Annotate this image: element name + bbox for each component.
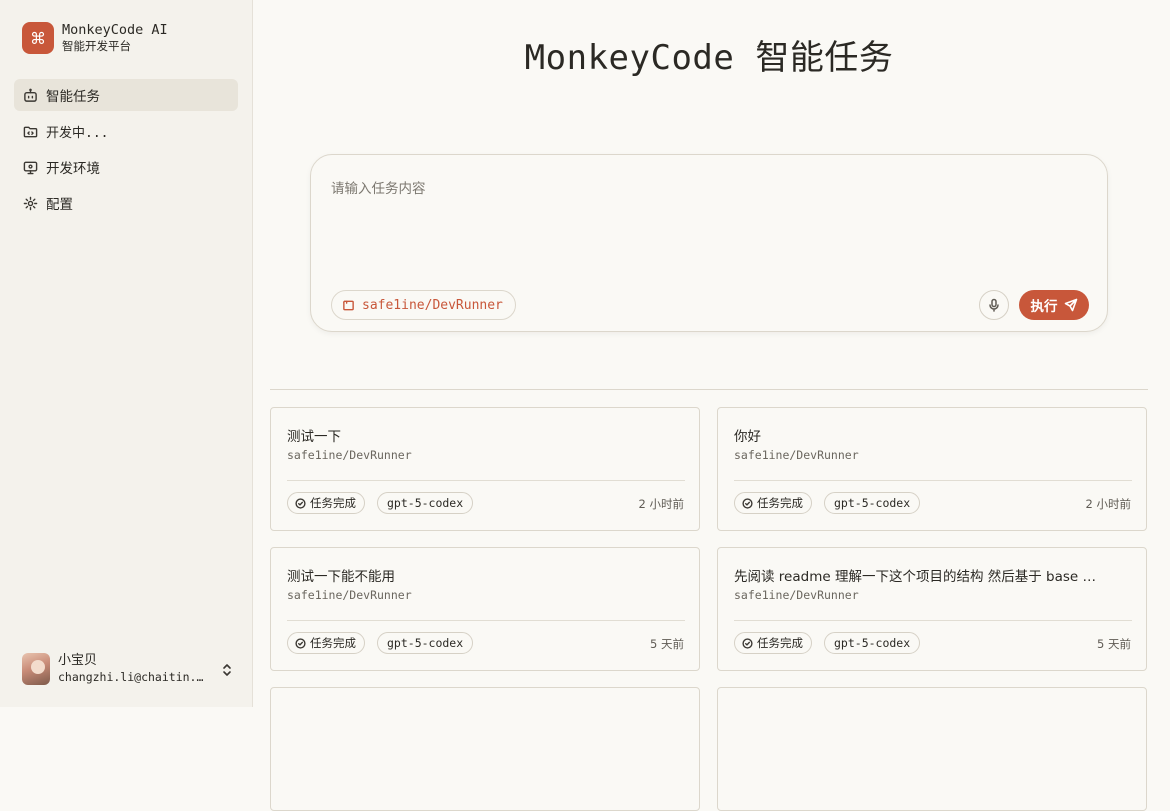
brand-name: MonkeyCode AI xyxy=(62,22,168,39)
task-title: 先阅读 readme 理解一下这个项目的结构 然后基于 base … xyxy=(734,569,1096,585)
sidebar-item-environment[interactable]: 开发环境 xyxy=(14,151,238,183)
check-circle-icon xyxy=(295,497,306,509)
sidebar-item-developing[interactable]: 开发中... xyxy=(14,115,238,147)
status-text: 任务完成 xyxy=(310,496,356,510)
model-badge: gpt-5-codex xyxy=(824,492,921,514)
task-repo: safe1ine/DevRunner xyxy=(287,588,412,602)
task-card[interactable]: 先阅读 readme 理解一下这个项目的结构 然后基于 base … safe1… xyxy=(717,547,1147,671)
task-time: 2 小时前 xyxy=(638,497,684,511)
sidebar-nav: 智能任务 开发中... 开发环境 配置 xyxy=(14,79,238,223)
card-divider xyxy=(734,620,1132,621)
task-card[interactable]: 测试一下能不能用 safe1ine/DevRunner 任务完成 gpt-5-c… xyxy=(270,547,700,671)
monitor-icon xyxy=(23,161,38,174)
card-divider xyxy=(287,620,685,621)
task-repo: safe1ine/DevRunner xyxy=(734,588,859,602)
status-text: 任务完成 xyxy=(310,636,356,650)
bot-icon xyxy=(24,88,37,102)
card-divider xyxy=(287,480,685,481)
execute-button[interactable]: 执行 xyxy=(1019,290,1089,320)
sidebar-item-settings[interactable]: 配置 xyxy=(14,187,238,219)
task-card[interactable]: 你好 safe1ine/DevRunner 任务完成 gpt-5-codex 2… xyxy=(717,407,1147,531)
page-title: MonkeyCode 智能任务 xyxy=(524,38,894,78)
user-menu[interactable]: 小宝贝 changzhi.li@chaitin.com xyxy=(22,653,234,685)
task-repo: safe1ine/DevRunner xyxy=(734,448,859,462)
task-time: 5 天前 xyxy=(1097,637,1131,651)
chevrons-up-down-icon[interactable] xyxy=(220,662,234,676)
task-time: 5 天前 xyxy=(650,637,684,651)
folder-code-icon xyxy=(23,126,38,137)
brand-subtitle: 智能开发平台 xyxy=(62,39,131,54)
check-circle-icon xyxy=(295,637,306,649)
user-name: 小宝贝 xyxy=(58,653,98,669)
command-icon: ⌘ xyxy=(22,22,54,54)
sidebar-item-label: 开发中... xyxy=(46,125,109,141)
execute-label: 执行 xyxy=(1030,299,1058,315)
sidebar-item-label: 配置 xyxy=(46,197,73,213)
status-text: 任务完成 xyxy=(757,496,803,510)
brand[interactable]: ⌘ MonkeyCode AI 智能开发平台 xyxy=(22,22,168,54)
task-card[interactable] xyxy=(270,687,700,811)
model-badge: gpt-5-codex xyxy=(824,632,921,654)
sidebar-item-label: 智能任务 xyxy=(46,89,100,105)
status-badge: 任务完成 xyxy=(734,632,812,654)
sidebar: ⌘ MonkeyCode AI 智能开发平台 智能任务 开发中... 开发环境 … xyxy=(0,0,253,707)
voice-input-button[interactable] xyxy=(979,290,1009,320)
model-badge: gpt-5-codex xyxy=(377,632,474,654)
repo-selector[interactable]: safe1ine/DevRunner xyxy=(331,290,516,320)
avatar xyxy=(22,653,50,685)
card-divider xyxy=(734,480,1132,481)
task-time: 2 小时前 xyxy=(1085,497,1131,511)
user-info: 小宝贝 changzhi.li@chaitin.com xyxy=(58,653,208,685)
status-badge: 任务完成 xyxy=(287,632,365,654)
sidebar-item-tasks[interactable]: 智能任务 xyxy=(14,79,238,111)
task-title: 你好 xyxy=(734,429,761,445)
task-repo: safe1ine/DevRunner xyxy=(287,448,412,462)
task-title: 测试一下能不能用 xyxy=(287,569,395,585)
task-card[interactable]: 测试一下 safe1ine/DevRunner 任务完成 gpt-5-codex… xyxy=(270,407,700,531)
brand-text: MonkeyCode AI 智能开发平台 xyxy=(62,22,168,53)
user-email: changzhi.li@chaitin.com xyxy=(58,669,208,684)
divider xyxy=(270,389,1148,390)
gear-icon xyxy=(23,196,38,210)
check-circle-icon xyxy=(742,637,753,649)
microphone-icon xyxy=(989,298,999,312)
status-badge: 任务完成 xyxy=(734,492,812,514)
task-input[interactable]: 请输入任务内容 xyxy=(331,177,426,197)
status-text: 任务完成 xyxy=(757,636,803,650)
task-composer: 请输入任务内容 safe1ine/DevRunner 执行 xyxy=(310,154,1108,332)
repo-icon xyxy=(343,300,354,310)
status-badge: 任务完成 xyxy=(287,492,365,514)
task-title: 测试一下 xyxy=(287,429,341,445)
model-badge: gpt-5-codex xyxy=(377,492,474,514)
check-circle-icon xyxy=(742,497,753,509)
send-icon xyxy=(1064,298,1077,312)
sidebar-item-label: 开发环境 xyxy=(46,161,100,177)
task-card[interactable] xyxy=(717,687,1147,811)
main-content: MonkeyCode 智能任务 请输入任务内容 safe1ine/DevRunn… xyxy=(254,0,1170,811)
repo-name: safe1ine/DevRunner xyxy=(362,297,503,313)
